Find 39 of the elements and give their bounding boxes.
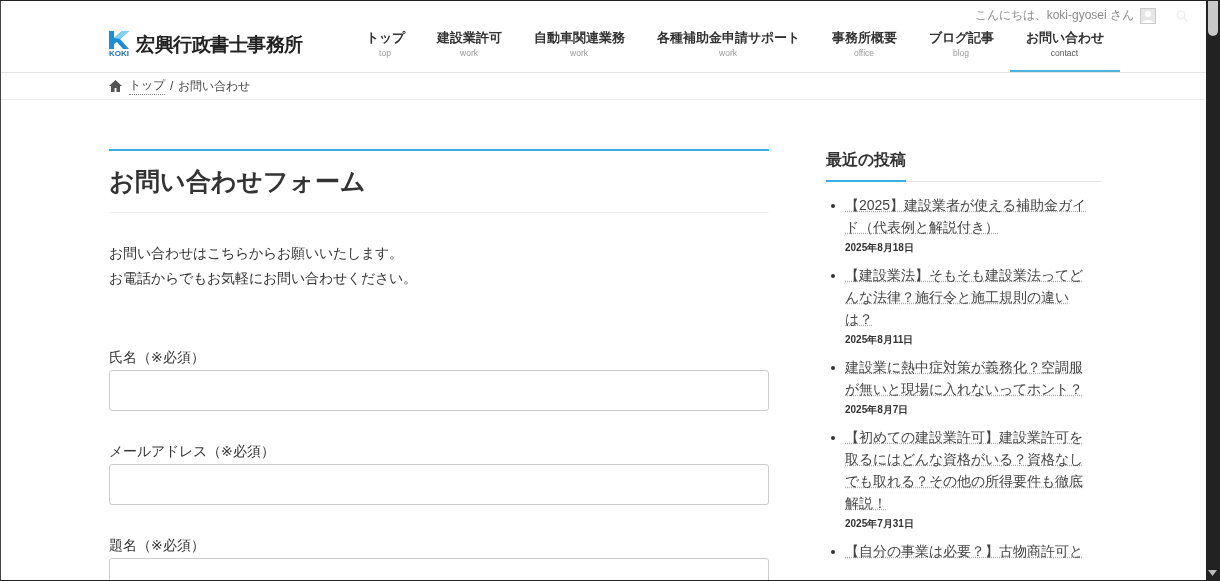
home-icon <box>109 80 122 92</box>
avatar-icon <box>1140 7 1156 24</box>
field-label: メールアドレス（※必須） <box>109 443 276 461</box>
logo-k-icon <box>108 31 130 49</box>
post-link[interactable]: 【建設業法】そもそも建設業法ってどんな法律？施行令と施工規則の違いは？ <box>845 264 1095 330</box>
post-link[interactable]: 【2025】建設業者が使える補助金ガイド（代表例と解説付き） <box>845 194 1095 238</box>
bullet-icon <box>831 274 835 278</box>
bullet-icon <box>831 366 835 370</box>
scroll-down-arrow-icon <box>1208 570 1217 576</box>
nav-link[interactable]: 自動車関連業務 work <box>517 29 641 71</box>
scrollbar-thumb[interactable] <box>1208 1 1218 36</box>
bullet-icon <box>831 204 835 208</box>
greeting-text: こんにちは、koki-gyosei さん <box>974 7 1134 24</box>
nav-link[interactable]: 事務所概要 office <box>815 29 913 71</box>
breadcrumb-link[interactable]: トップ <box>129 77 165 95</box>
post-link[interactable]: 【初めての建設業許可】建設業許可を取るにはどんな資格がいる？資格なしでも取れる？その他の所得要件も徹底解説！ <box>845 426 1095 514</box>
nav-link[interactable]: 建設業許可 work <box>420 29 518 71</box>
post-date: 2025年8月7日 <box>845 403 910 417</box>
intro-text: お問い合わせはこちらからお願いいたします。 <box>109 244 404 263</box>
intro-text: お電話からでもお気軽にお問い合わせください。 <box>109 269 418 288</box>
post-date: 2025年8月18日 <box>845 241 915 255</box>
site-name: 宏興行政書士事務所 <box>136 32 303 57</box>
nav-link[interactable]: ブログ記事 blog <box>912 29 1010 71</box>
bullet-icon <box>831 550 835 554</box>
nav-link[interactable]: 各種補助金申請サポート work <box>640 29 816 71</box>
post-link[interactable]: 【自分の事業は必要？】古物商許可と <box>845 540 1095 562</box>
field-label: 氏名（※必須） <box>109 349 206 367</box>
post-date: 2025年8月11日 <box>845 333 915 347</box>
post-link[interactable]: 建設業に熱中症対策が義務化？空調服が無いと現場に入れないってホント？ <box>845 356 1095 400</box>
site-logo[interactable]: KOKI 宏興行政書士事務所 <box>108 31 303 58</box>
breadcrumb-separator: / <box>170 79 174 93</box>
page-title: お問い合わせフォーム <box>109 149 769 213</box>
logo-mark-text: KOKI <box>109 49 129 58</box>
nav-link[interactable]: トップ top <box>349 29 421 71</box>
field-label: 題名（※必須） <box>109 537 206 555</box>
breadcrumb-current: お問い合わせ <box>178 77 251 95</box>
sidebar-title: 最近の投稿 <box>826 149 906 182</box>
post-date: 2025年7月31日 <box>845 517 915 531</box>
bullet-icon <box>831 436 835 440</box>
